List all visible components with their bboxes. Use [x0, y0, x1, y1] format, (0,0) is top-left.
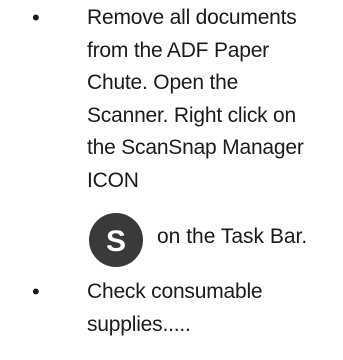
scansnap-s-icon: S [89, 213, 143, 267]
svg-text:S: S [106, 225, 126, 258]
bullet-marker: • [32, 5, 40, 30]
icon-caption: on the Task Bar. [157, 225, 308, 248]
instruction-page: • Remove all documents from the ADF Pape… [0, 0, 343, 360]
bullet-text-check-supplies: Check consumable supplies..... [87, 280, 263, 336]
taskbar-icon-row: S on the Task Bar. [88, 212, 343, 268]
bullet-marker: • [32, 279, 40, 304]
bullet-text-remove-documents: Remove all documents from the ADF Paper … [87, 6, 304, 192]
